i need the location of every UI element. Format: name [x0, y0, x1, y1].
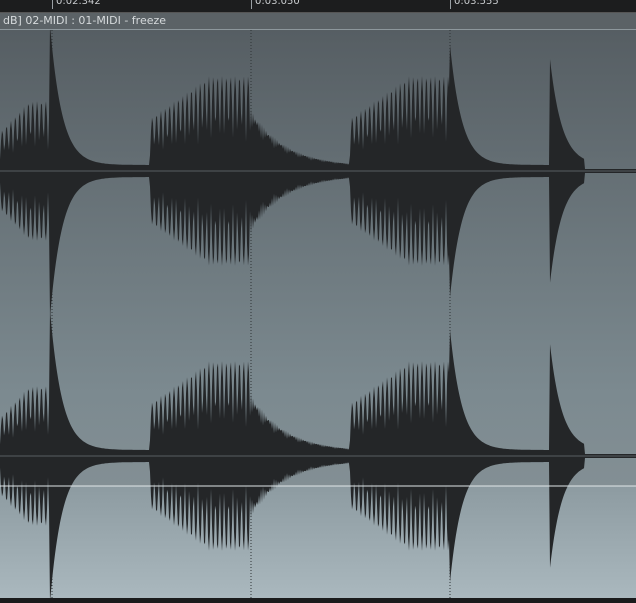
item-background-lower — [0, 486, 636, 598]
item-background-upper — [0, 30, 636, 486]
waveform-display[interactable] — [0, 30, 636, 598]
bottom-edge — [0, 598, 636, 603]
timeline-ruler[interactable]: 0:02.342 0:03.050 0:03.555 — [0, 0, 636, 13]
arrange-view: 0:02.342 0:03.050 0:03.555 dB] 02-MIDI :… — [0, 0, 636, 603]
ruler-mark-3: 0:03.555 — [450, 0, 499, 9]
ruler-mark-2: 0:03.050 — [251, 0, 300, 9]
ruler-mark-1: 0:02.342 — [52, 0, 101, 9]
media-item-header[interactable]: dB] 02-MIDI : 01-MIDI - freeze — [0, 13, 636, 30]
item-title: dB] 02-MIDI : 01-MIDI - freeze — [3, 14, 167, 27]
